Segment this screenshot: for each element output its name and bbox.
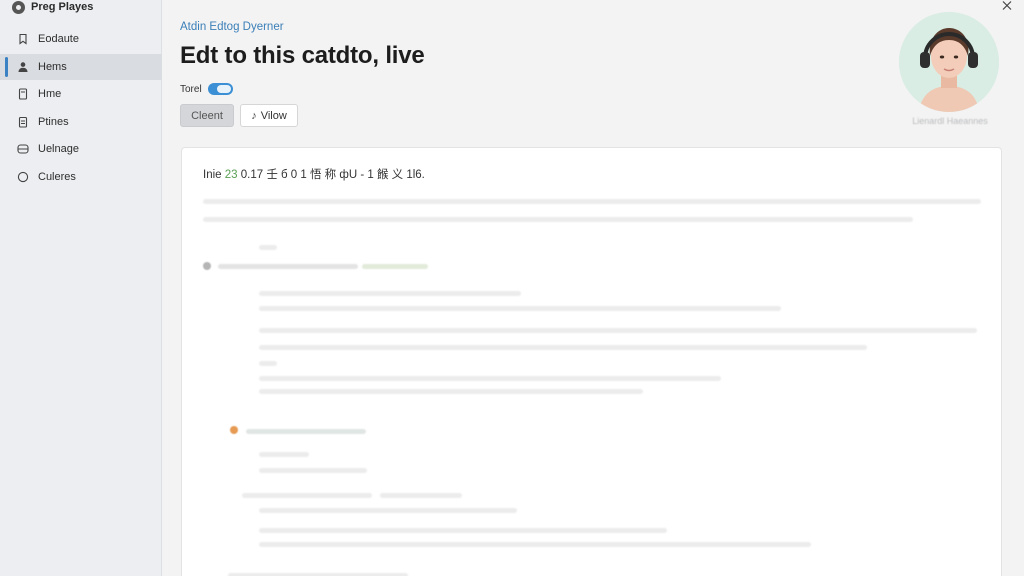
placeholder-line [259,542,811,547]
placeholder-line [362,264,428,269]
placeholder-line [259,328,977,333]
client-button[interactable]: Cleent [180,104,234,127]
sidebar-nav: Eodaute Hems Hme Ptines Uelnage Culeres [0,26,162,191]
placeholder-line [203,217,913,222]
placeholder-line [259,306,781,311]
sidebar: Preg Playes Eodaute Hems Hme Ptines Ueln… [0,0,162,576]
bullet-dot [203,262,211,270]
clipboard-icon [17,116,29,128]
sidebar-item-5[interactable]: Culeres [0,164,162,190]
document-icon [17,88,29,100]
card-line-number: 23 [224,169,238,181]
bookmark-icon [17,33,29,45]
sidebar-item-label: Uelnage [38,143,79,155]
placeholder-line [259,376,721,381]
placeholder-line [259,361,277,366]
view-button-label: Vilow [260,109,287,122]
sidebar-item-4[interactable]: Uelnage [0,136,162,162]
avatar-image [899,12,999,112]
card-line-rest: 0.17 壬 б 0 1 悟 称 фU - 1 餱 义 1l6. [237,169,425,181]
sidebar-item-label: Ptines [38,115,69,128]
app-title: Preg Playes [31,1,94,13]
app-logo-icon [12,0,25,14]
bullet-dot [230,426,238,434]
placeholder-line [380,493,462,498]
toggle-label: Torel [180,83,202,95]
sidebar-item-label: Hme [38,88,62,100]
sidebar-item-label: Hems [38,60,67,73]
placeholder-line [246,429,366,434]
music-note-icon: ♪ [251,109,257,122]
sidebar-item-2[interactable]: Hme [0,81,162,107]
sidebar-item-1[interactable]: Hems [0,53,162,80]
close-icon[interactable] [1000,0,1014,14]
card-line-prefix: Inie [203,169,225,181]
circle-icon [17,171,29,183]
view-button[interactable]: ♪ Vilow [240,104,298,127]
stack-icon [17,143,29,155]
avatar-caption: Lienardl Haeannes [912,116,988,126]
page-subtitle[interactable]: Atdin Edtog Dyerner [180,21,284,33]
placeholder-line [259,508,517,513]
placeholder-line [259,291,521,296]
toggle-switch[interactable] [207,83,233,95]
page-title: Edt to this catdto, live [180,42,425,69]
app-header: Preg Playes [12,0,93,14]
avatar[interactable] [899,12,999,112]
sidebar-item-label: Eodaute [38,33,79,45]
main-content: Atdin Edtog Dyerner Edt to this catdto, … [162,0,1024,576]
content-card: Inie 23 0.17 壬 б 0 1 悟 称 фU - 1 餱 义 1l6. [181,147,1002,576]
client-button-label: Cleent [191,109,223,122]
person-icon [17,61,29,73]
placeholder-line [259,345,867,350]
action-buttons: Cleent ♪ Vilow [180,104,298,127]
placeholder-line [203,199,981,204]
sidebar-item-3[interactable]: Ptines [0,109,162,135]
placeholder-line [259,528,667,533]
placeholder-line [259,389,643,394]
sidebar-item-0[interactable]: Eodaute [0,26,162,52]
placeholder-line [259,452,309,457]
card-summary-line: Inie 23 0.17 壬 б 0 1 悟 称 фU - 1 餱 义 1l6. [203,166,425,182]
toggle-row: Torel [180,83,233,95]
placeholder-line [259,245,277,250]
placeholder-line [218,264,358,269]
placeholder-line [242,493,372,498]
sidebar-item-label: Culeres [38,170,76,183]
placeholder-line [259,468,367,473]
